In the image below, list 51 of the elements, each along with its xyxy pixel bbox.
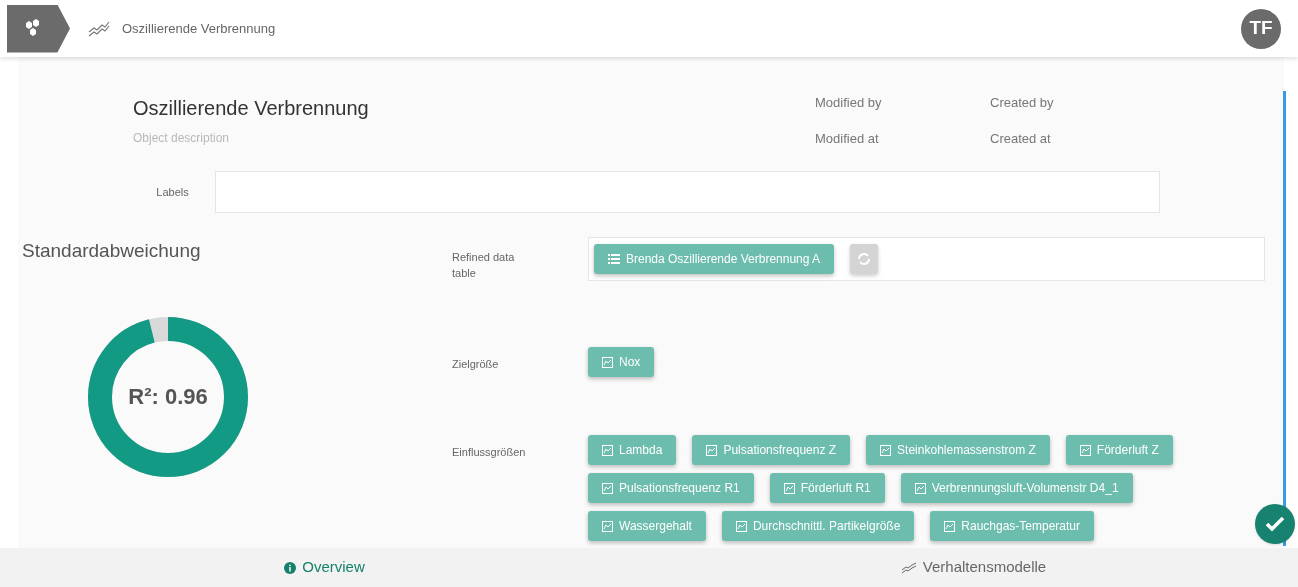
variable-chip[interactable]: Pulsationsfrequenz Z: [692, 435, 851, 465]
variable-chip[interactable]: Verbrennungsluft-Volumenstr D4_1: [900, 473, 1133, 503]
field-label: Labels: [155, 184, 190, 200]
variable-chip[interactable]: Pulsationsfrequenz R1: [588, 473, 754, 503]
variable-icon: [880, 444, 892, 456]
refresh-button[interactable]: [850, 244, 879, 274]
meta-label: Modified at: [815, 130, 880, 148]
variable-chip[interactable]: Nox: [588, 347, 655, 377]
meta-label: Created by: [990, 94, 1055, 112]
field-label: Zielgröße: [452, 357, 500, 372]
variable-icon: [602, 444, 613, 456]
variable-chip[interactable]: Wassergehalt: [588, 511, 706, 541]
labels-field[interactable]: [215, 171, 1160, 213]
variable-icon: [783, 482, 795, 494]
description-field[interactable]: Object description: [133, 129, 433, 147]
trend-lines-icon: [900, 561, 917, 574]
confirm-button[interactable]: [1255, 504, 1295, 544]
variable-icon: [914, 482, 926, 494]
variable-chip[interactable]: Förderluft Z: [1065, 435, 1173, 465]
refresh-icon: [857, 252, 872, 266]
meta-label: Modified by: [815, 94, 883, 112]
tab[interactable]: Overview: [0, 548, 649, 587]
variable-icon: [602, 520, 613, 532]
variable-chip[interactable]: Durchschnittl. Partikelgröße: [721, 511, 915, 541]
variable-icon: [735, 520, 747, 532]
variable-chip[interactable]: Förderluft R1: [769, 473, 885, 503]
object-title: Oszillierende Verbrennung: [133, 96, 370, 121]
app-logo[interactable]: [7, 4, 70, 53]
info-icon: [284, 561, 297, 574]
list-icon: [608, 254, 620, 264]
field-label: Refined data table: [452, 250, 516, 281]
variable-icon: [706, 444, 718, 456]
variable-icon: [944, 520, 956, 532]
tab[interactable]: Verhaltensmodelle: [649, 548, 1298, 587]
variable-chip[interactable]: Rauchgas-Temperatur: [930, 511, 1095, 541]
variable-icon: [1079, 444, 1091, 456]
meta-label: Created at: [990, 130, 1052, 148]
variable-icon: [602, 482, 613, 494]
variable-chip[interactable]: Steinkohlemassenstrom Z: [866, 435, 1050, 465]
chart-title: Standardabweichung: [22, 239, 202, 263]
gauge-reading: R²: 0.96: [128, 383, 208, 411]
field-label: Einflussgrößen: [452, 445, 527, 460]
variable-icon: [602, 356, 613, 368]
table-field[interactable]: Brenda Oszillierende Verbrennung A: [588, 237, 1265, 281]
variable-chip[interactable]: Lambda: [588, 435, 677, 465]
table-chip[interactable]: Brenda Oszillierende Verbrennung A: [594, 244, 835, 274]
check-icon: [1265, 516, 1285, 532]
scrollbar-thumb[interactable]: [1283, 91, 1286, 546]
user-avatar[interactable]: TF: [1241, 8, 1281, 49]
trend-lines-icon: [88, 20, 110, 37]
breadcrumb-title[interactable]: Oszillierende Verbrennung: [122, 18, 276, 39]
